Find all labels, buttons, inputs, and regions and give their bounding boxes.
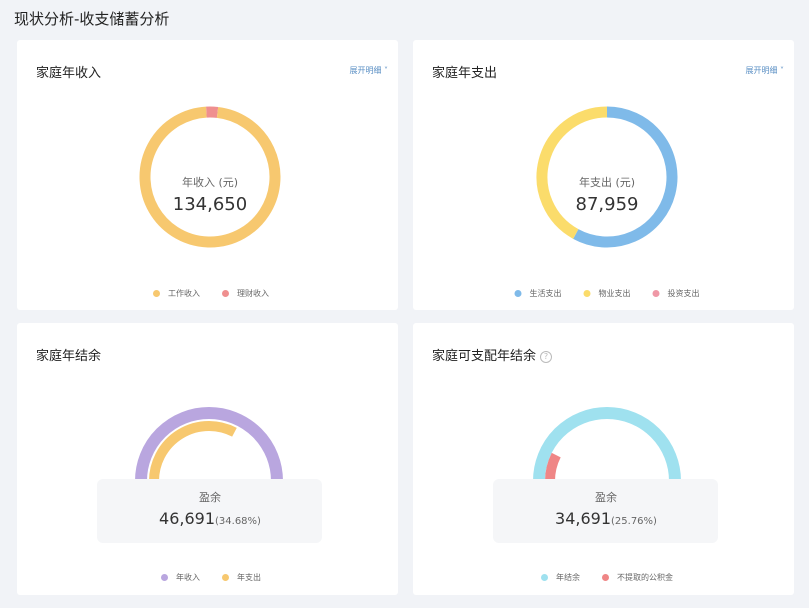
legend-label: 理财收入 (237, 289, 269, 298)
legend-item-annual-surplus[interactable]: 年结余 (541, 572, 580, 583)
legend-dot (514, 290, 522, 297)
surplus-gauge-chart (135, 407, 283, 482)
surplus-center-label: 盈余 46,691(34.68%) (110, 489, 310, 528)
gauge-housing-fund (545, 452, 561, 482)
legend-label: 工作收入 (168, 289, 200, 298)
legend-dot (541, 574, 548, 581)
disposable-pct: (25.76%) (611, 516, 657, 527)
legend-label: 投资支出 (667, 289, 700, 298)
legend-dot (583, 290, 591, 297)
income-card: 家庭年收入 展开明细 ˅ 年收入 (元) 134,650 工作收入 理财收入 (17, 40, 398, 310)
legend-label: 年收入 (176, 573, 200, 582)
legend-label: 生活支出 (529, 289, 562, 298)
slice-property (536, 106, 608, 239)
disposable-legend: 年结余 不提取的公积金 (541, 572, 673, 583)
legend-item-annual-expense[interactable]: 年支出 (222, 572, 261, 583)
legend-dot (652, 290, 660, 297)
gauge-annual-surplus (533, 407, 681, 482)
surplus-value-row: 46,691(34.68%) (110, 509, 310, 528)
legend-dot (602, 574, 609, 581)
legend-label: 年支出 (237, 573, 261, 582)
legend-item-annual-income[interactable]: 年收入 (161, 572, 200, 583)
legend-label: 物业支出 (598, 289, 631, 298)
legend-label: 年结余 (556, 573, 580, 582)
expense-center-label: 年支出 (元) 87,959 (507, 174, 707, 215)
income-center-caption: 年收入 (元) (181, 176, 239, 189)
legend-item-property[interactable]: 物业支出 (583, 288, 631, 299)
income-center-value: 134,650 (172, 194, 248, 215)
legend-label: 不提取的公积金 (617, 573, 673, 582)
disposable-value: 34,691 (555, 509, 612, 528)
disposable-card: 家庭可支配年结余? 盈余 34,691(25.76%) 年结余 不提取的公积金 (413, 323, 794, 595)
legend-item-investment-income[interactable]: 理财收入 (222, 288, 269, 299)
income-center-label: 年收入 (元) 134,650 (110, 174, 310, 215)
surplus-value: 46,691 (159, 509, 216, 528)
expense-card: 家庭年支出 展开明细 ˅ 年支出 (元) 87,959 生活支出 物业支出 投资… (413, 40, 794, 310)
surplus-caption: 盈余 (199, 491, 221, 504)
legend-dot (222, 574, 229, 581)
expense-center-caption: 年支出 (元) (578, 176, 636, 189)
legend-item-work-income[interactable]: 工作收入 (153, 288, 200, 299)
legend-item-investment[interactable]: 投资支出 (652, 288, 700, 299)
expense-legend: 生活支出 物业支出 投资支出 (514, 288, 700, 299)
legend-item-housing-fund[interactable]: 不提取的公积金 (602, 572, 673, 583)
legend-dot (153, 290, 160, 297)
income-legend: 工作收入 理财收入 (153, 288, 269, 299)
disposable-value-row: 34,691(25.76%) (506, 509, 706, 528)
disposable-caption: 盈余 (595, 491, 617, 504)
expense-center-value: 87,959 (575, 194, 639, 215)
surplus-card: 家庭年结余 盈余 46,691(34.68%) 年收入 年支出 (17, 323, 398, 595)
surplus-legend: 年收入 年支出 (161, 572, 261, 583)
legend-dot (161, 574, 168, 581)
disposable-center-label: 盈余 34,691(25.76%) (506, 489, 706, 528)
disposable-gauge-chart (533, 407, 681, 482)
legend-item-living[interactable]: 生活支出 (514, 288, 562, 299)
legend-dot (222, 290, 229, 297)
page-title: 现状分析-收支储蓄分析 (14, 10, 170, 28)
surplus-pct: (34.68%) (215, 516, 261, 527)
